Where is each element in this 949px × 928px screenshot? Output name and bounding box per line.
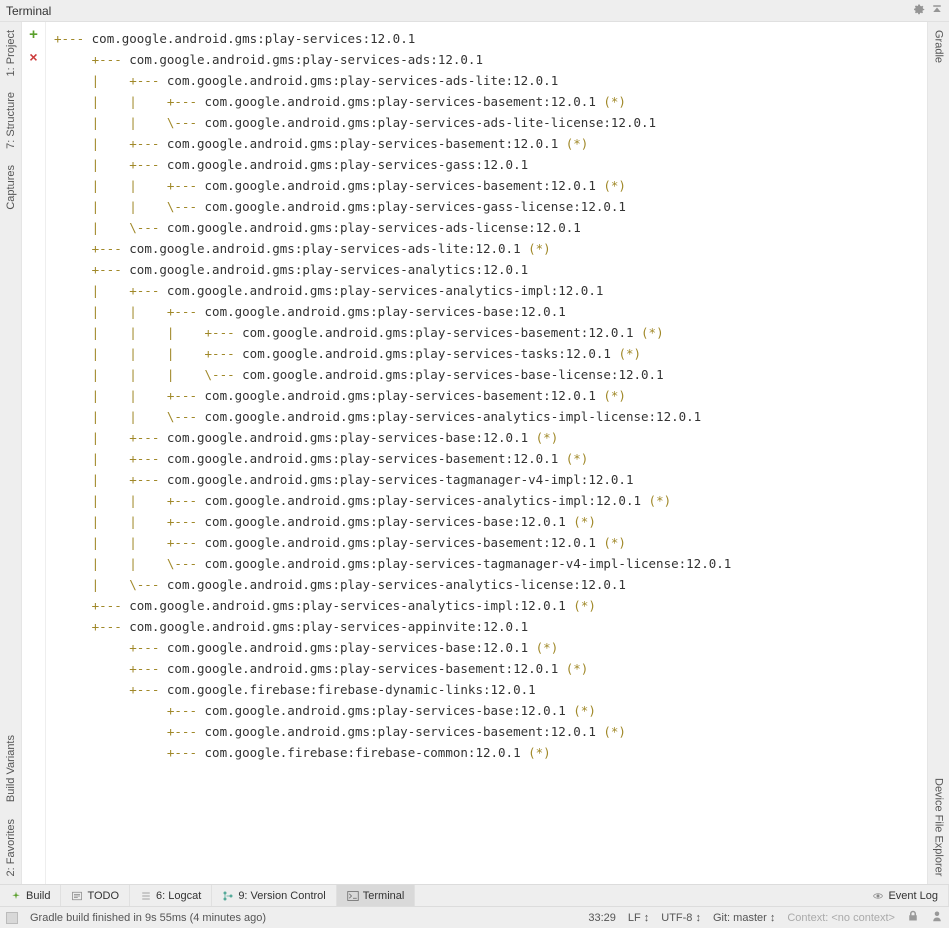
encoding[interactable]: UTF-8 ↕ [661, 912, 701, 924]
dependency-line: | \--- com.google.android.gms:play-servi… [54, 574, 919, 595]
structure-tab[interactable]: 7: Structure [5, 84, 17, 157]
dependency-line: | | \--- com.google.android.gms:play-ser… [54, 553, 919, 574]
dependency-line: | +--- com.google.android.gms:play-servi… [54, 469, 919, 490]
caret-position[interactable]: 33:29 [588, 912, 616, 924]
tab-label: Build [26, 890, 50, 902]
terminal-gutter: + × [22, 22, 46, 884]
hide-icon[interactable] [931, 3, 943, 18]
dependency-line: | +--- com.google.android.gms:play-servi… [54, 448, 919, 469]
dependency-line: +--- com.google.android.gms:play-service… [54, 259, 919, 280]
terminal-tab[interactable]: Terminal [337, 885, 416, 906]
dependency-line: +--- com.google.android.gms:play-service… [54, 616, 919, 637]
dependency-line: | +--- com.google.android.gms:play-servi… [54, 70, 919, 91]
dependency-line: | | +--- com.google.android.gms:play-ser… [54, 511, 919, 532]
dependency-line: | +--- com.google.android.gms:play-servi… [54, 154, 919, 175]
dependency-line: +--- com.google.android.gms:play-service… [54, 49, 919, 70]
logcat-tab-icon [140, 890, 152, 902]
favorites-tab[interactable]: 2: Favorites [5, 811, 17, 884]
left-rail: 1: Project7: StructureCaptures Build Var… [0, 22, 22, 884]
dependency-line: | +--- com.google.android.gms:play-servi… [54, 427, 919, 448]
hector-icon[interactable] [931, 910, 943, 925]
dependency-line: | | \--- com.google.android.gms:play-ser… [54, 112, 919, 133]
status-indicator-icon[interactable] [6, 912, 18, 924]
todo-tab[interactable]: TODO [61, 885, 130, 906]
event-log-tab-icon [872, 890, 884, 902]
dependency-line: +--- com.google.android.gms:play-service… [54, 721, 919, 742]
lock-icon[interactable] [907, 910, 919, 925]
dependency-line: | | | +--- com.google.android.gms:play-s… [54, 343, 919, 364]
dependency-line: +--- com.google.firebase:firebase-dynami… [54, 679, 919, 700]
dependency-line: +--- com.google.android.gms:play-service… [54, 637, 919, 658]
dependency-line: | | | \--- com.google.android.gms:play-s… [54, 364, 919, 385]
dependency-line: | \--- com.google.android.gms:play-servi… [54, 217, 919, 238]
tab-label: 9: Version Control [238, 890, 325, 902]
gear-icon[interactable] [913, 3, 925, 18]
dependency-line: | | \--- com.google.android.gms:play-ser… [54, 196, 919, 217]
device-file-explorer-tab[interactable]: Device File Explorer [933, 770, 945, 884]
panel-header: Terminal [0, 0, 949, 22]
dependency-line: +--- com.google.android.gms:play-service… [54, 595, 919, 616]
dependency-line: +--- com.google.android.gms:play-service… [54, 700, 919, 721]
version-control-tab[interactable]: 9: Version Control [212, 885, 336, 906]
dependency-line: | +--- com.google.android.gms:play-servi… [54, 133, 919, 154]
panel-title: Terminal [6, 4, 907, 18]
dependency-line: | | +--- com.google.android.gms:play-ser… [54, 301, 919, 322]
tab-label: Event Log [888, 890, 938, 902]
dependency-line: | | \--- com.google.android.gms:play-ser… [54, 406, 919, 427]
status-bar: Gradle build finished in 9s 55ms (4 minu… [0, 906, 949, 928]
dependency-line: | | +--- com.google.android.gms:play-ser… [54, 175, 919, 196]
version-control-tab-icon [222, 890, 234, 902]
dependency-line: | | +--- com.google.android.gms:play-ser… [54, 385, 919, 406]
bottom-tool-tabs: Build TODO 6: Logcat 9: Version Control Term… [0, 884, 949, 906]
todo-tab-icon [71, 890, 83, 902]
project-tab[interactable]: 1: Project [5, 22, 17, 84]
status-message: Gradle build finished in 9s 55ms (4 minu… [30, 912, 266, 924]
terminal-tab-icon [347, 890, 359, 902]
logcat-tab[interactable]: 6: Logcat [130, 885, 212, 906]
dependency-line: | | | +--- com.google.android.gms:play-s… [54, 322, 919, 343]
git-branch[interactable]: Git: master ↕ [713, 912, 775, 924]
dependency-line: | +--- com.google.android.gms:play-servi… [54, 280, 919, 301]
build-variants-tab[interactable]: Build Variants [5, 727, 17, 810]
build-tab[interactable]: Build [0, 885, 61, 906]
new-session-button[interactable]: + [29, 26, 38, 43]
dependency-line: | | +--- com.google.android.gms:play-ser… [54, 532, 919, 553]
build-tab-icon [10, 890, 22, 902]
tab-label: 6: Logcat [156, 890, 201, 902]
dependency-line: +--- com.google.android.gms:play-service… [54, 658, 919, 679]
gradle-tab[interactable]: Gradle [933, 22, 945, 71]
context[interactable]: Context: <no context> [787, 912, 895, 924]
tab-label: Terminal [363, 890, 405, 902]
line-separator[interactable]: LF ↕ [628, 912, 649, 924]
close-session-button[interactable]: × [29, 49, 37, 65]
body: 1: Project7: StructureCaptures Build Var… [0, 22, 949, 884]
tab-label: TODO [87, 890, 119, 902]
dependency-line: +--- com.google.android.gms:play-service… [54, 28, 919, 49]
dependency-line: | | +--- com.google.android.gms:play-ser… [54, 91, 919, 112]
dependency-line: +--- com.google.firebase:firebase-common… [54, 742, 919, 763]
right-rail: Gradle Device File Explorer [927, 22, 949, 884]
dependency-line: | | +--- com.google.android.gms:play-ser… [54, 490, 919, 511]
event-log-tab[interactable]: Event Log [862, 885, 949, 906]
captures-tab[interactable]: Captures [5, 157, 17, 218]
dependency-line: +--- com.google.android.gms:play-service… [54, 238, 919, 259]
terminal-output[interactable]: +--- com.google.android.gms:play-service… [46, 22, 927, 884]
